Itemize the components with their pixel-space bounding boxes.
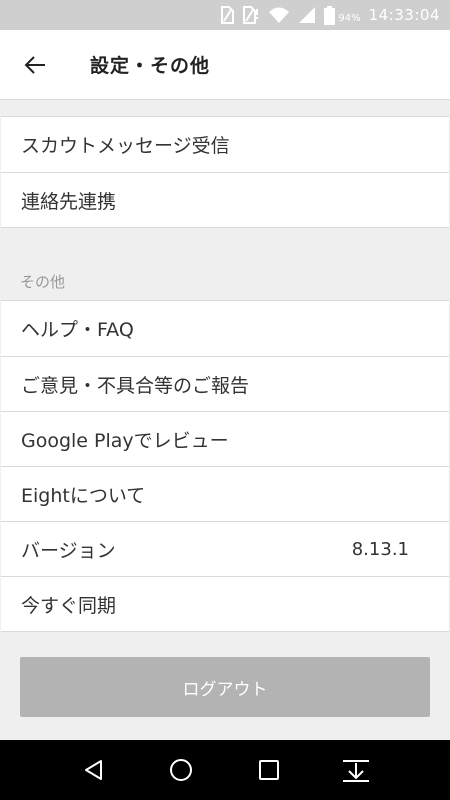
settings-item-label: 連絡先連携 [21, 190, 117, 213]
clock: 14:33:04 [368, 6, 440, 24]
settings-item-label: スカウトメッセージ受信 [21, 135, 230, 157]
back-button[interactable] [0, 30, 70, 100]
settings-item-label: ヘルプ・FAQ [21, 319, 134, 341]
settings-item-label: バージョン [21, 539, 116, 562]
notification-down-icon [343, 760, 370, 782]
settings-item-about[interactable]: Eightについて [1, 466, 449, 521]
settings-content[interactable]: スカウトメッセージ受信 連絡先連携 その他 ヘルプ・FAQ ご意見・不具合等のご… [0, 100, 450, 740]
app-bar: 設定・その他 [0, 30, 450, 100]
settings-item-label: Eightについて [21, 484, 146, 507]
settings-group: スカウトメッセージ受信 連絡先連携 [1, 116, 449, 228]
recents-square-icon [258, 760, 279, 780]
settings-item-feedback[interactable]: ご意見・不具合等のご報告 [1, 356, 449, 411]
settings-item-help-faq[interactable]: ヘルプ・FAQ [1, 301, 449, 356]
battery-percent: 94% [338, 12, 361, 24]
settings-item-label: 今すぐ同期 [21, 594, 117, 617]
signal-icon [298, 6, 316, 24]
wifi-icon [268, 6, 290, 24]
status-bar: 94% 14:33:04 [0, 0, 450, 30]
nav-home-button[interactable] [161, 750, 201, 790]
no-sim-icon [242, 6, 260, 24]
nav-back-button[interactable] [74, 750, 114, 790]
settings-item-review[interactable]: Google Playでレビュー [1, 411, 449, 466]
battery-icon [324, 5, 336, 25]
settings-item-label: ご意見・不具合等のご報告 [21, 374, 250, 397]
logout-container: ログアウト [0, 632, 450, 717]
settings-item-contact-sync[interactable]: 連絡先連携 [1, 172, 449, 227]
section-header-other: その他 [20, 272, 66, 291]
other-group: ヘルプ・FAQ ご意見・不具合等のご報告 Google Playでレビュー Ei… [1, 300, 449, 632]
arrow-left-icon [24, 55, 45, 74]
page-title: 設定・その他 [90, 55, 211, 77]
home-circle-icon [170, 759, 193, 781]
back-triangle-icon [84, 760, 102, 780]
settings-item-scout-message[interactable]: スカウトメッセージ受信 [1, 117, 449, 172]
logout-button[interactable]: ログアウト [20, 657, 430, 717]
settings-item-version[interactable]: バージョン 8.13.1 [1, 521, 449, 576]
system-nav-bar [0, 740, 450, 800]
settings-item-label: Google Playでレビュー [21, 429, 229, 452]
nav-notifications-button[interactable] [336, 750, 376, 790]
nav-recents-button[interactable] [249, 750, 289, 790]
no-sim-icon [220, 6, 235, 24]
version-value: 8.13.1 [351, 538, 409, 560]
settings-item-sync-now[interactable]: 今すぐ同期 [1, 576, 449, 631]
